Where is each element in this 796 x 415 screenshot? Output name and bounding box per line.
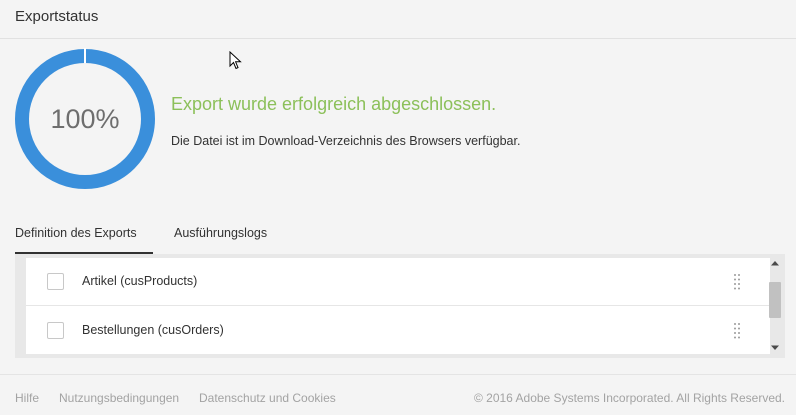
mouse-pointer-icon <box>229 51 242 70</box>
drag-handle-icon[interactable] <box>733 273 741 291</box>
scrollbar-thumb[interactable] <box>769 282 781 318</box>
drag-handle-icon[interactable] <box>733 322 741 340</box>
tab-export-definition[interactable]: Definition des Exports <box>15 222 153 254</box>
chevron-down-icon[interactable] <box>770 344 780 352</box>
tab-bar: Definition des Exports Ausführungslogs <box>15 222 785 254</box>
footer-link-terms[interactable]: Nutzungsbedingungen <box>59 391 179 405</box>
footer-link-privacy[interactable]: Datenschutz und Cookies <box>199 391 336 405</box>
list-scrollbar[interactable] <box>765 254 785 358</box>
status-title: Export wurde erfolgreich abgeschlossen. <box>171 94 497 114</box>
list-item-label: Artikel (cusProducts) <box>82 274 198 288</box>
footer-copyright: © 2016 Adobe Systems Incorporated. All R… <box>473 391 785 405</box>
footer-link-help[interactable]: Hilfe <box>15 391 39 405</box>
list-item[interactable]: Artikel (cusProducts) <box>26 258 770 306</box>
progress-percent: 100% <box>50 103 120 134</box>
tab-execution-logs[interactable]: Ausführungslogs <box>174 222 284 254</box>
page-footer: Hilfe Nutzungsbedingungen Datenschutz un… <box>0 374 796 415</box>
list-item[interactable]: Bestellungen (cusOrders) <box>26 307 770 355</box>
checkbox-icon[interactable] <box>47 273 64 290</box>
resource-list: Artikel (cusProducts) Bestellungen (cusO… <box>26 258 770 354</box>
export-definition-panel: Artikel (cusProducts) Bestellungen (cusO… <box>15 254 785 358</box>
chevron-up-icon[interactable] <box>770 259 780 267</box>
page-title: Exportstatus <box>15 8 99 25</box>
checkbox-icon[interactable] <box>47 322 64 339</box>
status-subtitle: Die Datei ist im Download-Verzeichnis de… <box>171 134 521 148</box>
page-header: Exportstatus <box>0 0 796 39</box>
list-item-label: Bestellungen (cusOrders) <box>82 323 224 337</box>
